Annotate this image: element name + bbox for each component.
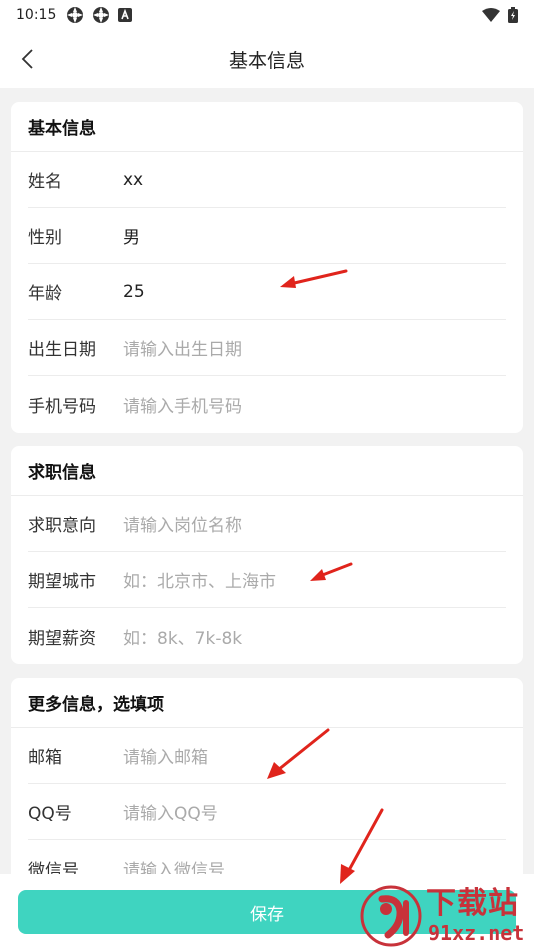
birthdate-field[interactable]: 请输入出生日期 — [123, 335, 242, 360]
watermark-domain: 91xz.net — [428, 921, 525, 945]
nav-bar: 基本信息 — [0, 30, 534, 88]
name-field[interactable]: xx — [123, 170, 143, 190]
sync-icon — [93, 7, 110, 23]
phone-row[interactable]: 手机号码 请输入手机号码 — [28, 376, 506, 432]
job-intent-field[interactable]: 请输入岗位名称 — [123, 511, 242, 536]
wifi-icon — [482, 8, 500, 22]
birthdate-row[interactable]: 出生日期 请输入出生日期 — [28, 320, 506, 376]
phone-label: 手机号码 — [28, 396, 96, 417]
qq-row[interactable]: QQ号 请输入QQ号 — [28, 784, 506, 840]
status-icons-right — [482, 7, 518, 23]
status-time: 10:15 — [16, 7, 57, 23]
qq-field[interactable]: 请输入QQ号 — [123, 799, 218, 824]
status-icons-left — [66, 6, 133, 24]
qq-label: QQ号 — [28, 804, 72, 824]
basic-info-card: 基本信息 姓名 xx 性别 男 年龄 25 出生日期 请输入出生日期 手机号码 … — [11, 102, 523, 433]
expected-city-field[interactable]: 如：北京市、上海市 — [123, 567, 276, 592]
name-label: 姓名 — [28, 172, 62, 192]
section-title-job: 求职信息 — [11, 446, 523, 496]
expected-salary-row[interactable]: 期望薪资 如：8k、7k-8k — [28, 608, 506, 664]
expected-salary-field[interactable]: 如：8k、7k-8k — [123, 624, 242, 649]
email-label: 邮箱 — [28, 748, 62, 768]
sync-icon — [67, 7, 84, 23]
wechat-label: 微信号 — [28, 860, 79, 875]
job-intent-row[interactable]: 求职意向 请输入岗位名称 — [28, 496, 506, 552]
watermark-logo-icon — [360, 885, 422, 947]
more-info-card: 更多信息，选填项 邮箱 请输入邮箱 QQ号 请输入QQ号 微信号 请输入微信号 — [11, 678, 523, 874]
section-title-more: 更多信息，选填项 — [11, 678, 523, 728]
job-intent-label: 求职意向 — [28, 516, 96, 536]
watermark: 下载站 91xz.net — [360, 882, 534, 950]
phone-field[interactable]: 请输入手机号码 — [123, 392, 242, 417]
email-field[interactable]: 请输入邮箱 — [123, 743, 208, 768]
expected-city-label: 期望城市 — [28, 572, 96, 592]
expected-city-row[interactable]: 期望城市 如：北京市、上海市 — [28, 552, 506, 608]
wechat-row[interactable]: 微信号 请输入微信号 — [28, 840, 506, 875]
notification-a-icon — [118, 8, 133, 22]
chevron-left-icon — [21, 49, 33, 69]
gender-label: 性别 — [28, 228, 62, 248]
page-title: 基本信息 — [228, 49, 305, 72]
age-label: 年龄 — [28, 284, 62, 304]
battery-icon — [508, 7, 518, 23]
email-row[interactable]: 邮箱 请输入邮箱 — [28, 728, 506, 784]
birthdate-label: 出生日期 — [28, 340, 96, 360]
wechat-field[interactable]: 请输入微信号 — [123, 856, 225, 875]
watermark-title: 下载站 — [426, 886, 519, 921]
gender-row[interactable]: 性别 男 — [28, 208, 506, 264]
section-title-basic: 基本信息 — [11, 102, 523, 152]
gender-field[interactable]: 男 — [123, 223, 140, 248]
expected-salary-label: 期望薪资 — [28, 628, 96, 649]
job-info-card: 求职信息 求职意向 请输入岗位名称 期望城市 如：北京市、上海市 期望薪资 如：… — [11, 446, 523, 664]
status-bar: 10:15 — [0, 0, 534, 30]
back-button[interactable] — [12, 44, 42, 74]
age-row[interactable]: 年龄 25 — [28, 264, 506, 320]
form-content[interactable]: 基本信息 姓名 xx 性别 男 年龄 25 出生日期 请输入出生日期 手机号码 … — [0, 88, 534, 874]
age-field[interactable]: 25 — [123, 282, 145, 302]
name-row[interactable]: 姓名 xx — [28, 152, 506, 208]
